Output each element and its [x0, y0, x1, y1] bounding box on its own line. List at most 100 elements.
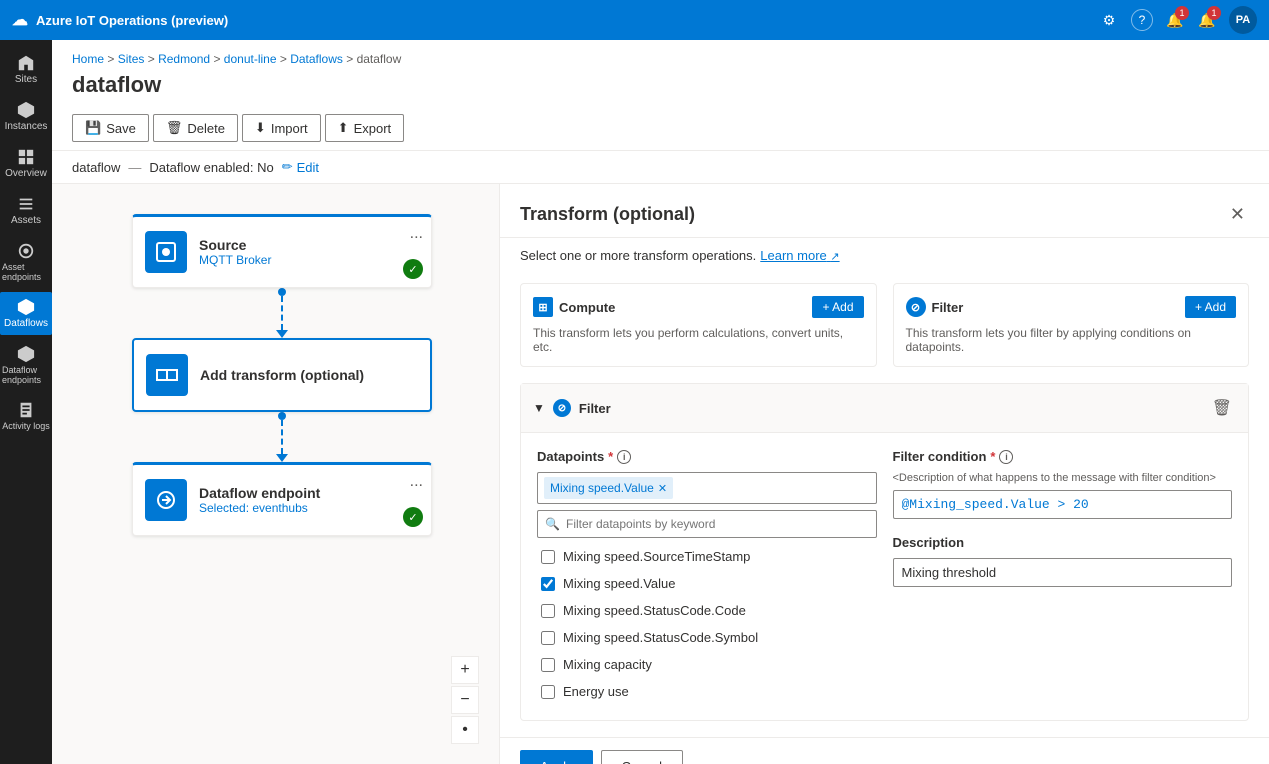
- description-field-wrapper: Description: [893, 535, 1233, 587]
- learn-more-link[interactable]: Learn more ↗: [760, 248, 839, 263]
- save-icon: 💾: [85, 120, 101, 136]
- filter-condition-input[interactable]: [893, 490, 1233, 519]
- checkbox-item-1[interactable]: Mixing speed.Value: [537, 571, 877, 596]
- breadcrumb-dataflows[interactable]: Dataflows: [290, 52, 343, 66]
- endpoint-node-title: Dataflow endpoint: [199, 485, 419, 501]
- checkbox-5[interactable]: [541, 685, 555, 699]
- import-button[interactable]: ⬇ Import: [242, 114, 321, 142]
- filter-add-button[interactable]: + Add: [1185, 296, 1236, 318]
- endpoint-node-more[interactable]: ...: [410, 473, 423, 491]
- description-label: Description: [893, 535, 1233, 550]
- checkbox-2[interactable]: [541, 604, 555, 618]
- toolbar: 💾 Save 🗑 Delete ⬇ Import ⬆ Export: [52, 106, 1269, 151]
- sidebar-item-activity-logs[interactable]: Activity logs: [0, 395, 52, 437]
- search-input[interactable]: [537, 510, 877, 538]
- sidebar-item-dataflows[interactable]: Dataflows: [0, 292, 52, 335]
- endpoint-node-icon: [145, 479, 187, 521]
- filter-chevron-icon[interactable]: ▼: [533, 401, 545, 415]
- canvas-area[interactable]: Source MQTT Broker ... ✓: [52, 184, 499, 764]
- edit-link[interactable]: ✏ Edit: [282, 159, 319, 175]
- notification2-badge: 1: [1207, 6, 1221, 20]
- breadcrumb-sites[interactable]: Sites: [118, 52, 145, 66]
- user-avatar[interactable]: PA: [1229, 6, 1257, 34]
- filter-header-left: ▼ ⊘ Filter: [533, 399, 611, 417]
- sidebar: Sites Instances Overview Assets Asset en…: [0, 40, 52, 764]
- checkbox-label-5: Energy use: [563, 684, 629, 699]
- dataflow-status: Dataflow enabled: No: [149, 160, 273, 175]
- transform-node-icon: [146, 354, 188, 396]
- export-button[interactable]: ⬆ Export: [325, 114, 404, 142]
- tag-remove-icon[interactable]: ✕: [658, 482, 667, 495]
- connector-line-2: [281, 420, 283, 454]
- breadcrumb-donut-line[interactable]: donut-line: [224, 52, 277, 66]
- settings-icon[interactable]: ⚙: [1099, 10, 1119, 30]
- checkbox-4[interactable]: [541, 658, 555, 672]
- compute-add-button[interactable]: + Add: [812, 296, 863, 318]
- sidebar-item-assets[interactable]: Assets: [0, 189, 52, 232]
- datapoints-column: Datapoints * i Mixing speed.Value ✕: [537, 449, 877, 704]
- connector-arrow-1: [276, 330, 288, 338]
- checkbox-item-2[interactable]: Mixing speed.StatusCode.Code: [537, 598, 877, 623]
- filter-section-title: Filter: [579, 401, 611, 416]
- breadcrumb: Home > Sites > Redmond > donut-line > Da…: [72, 52, 1249, 66]
- sidebar-item-dataflow-endpoints[interactable]: Dataflow endpoints: [0, 339, 52, 391]
- filter-card-title: ⊘ Filter: [906, 297, 964, 317]
- flow-container: Source MQTT Broker ... ✓: [52, 184, 1269, 764]
- checkbox-1[interactable]: [541, 577, 555, 591]
- zoom-in-button[interactable]: +: [451, 656, 479, 684]
- import-icon: ⬇: [255, 120, 266, 136]
- checkbox-label-3: Mixing speed.StatusCode.Symbol: [563, 630, 758, 645]
- tag-container[interactable]: Mixing speed.Value ✕: [537, 472, 877, 504]
- topbar: ☁ Azure IoT Operations (preview) ⚙ ? 🔔 1…: [0, 0, 1269, 40]
- connector-dot-1: [278, 288, 286, 296]
- checkbox-item-3[interactable]: Mixing speed.StatusCode.Symbol: [537, 625, 877, 650]
- connector-1: [276, 288, 288, 338]
- apply-button[interactable]: Apply: [520, 750, 593, 764]
- filter-condition-info-icon[interactable]: i: [999, 450, 1013, 464]
- checkbox-3[interactable]: [541, 631, 555, 645]
- breadcrumb-home[interactable]: Home: [72, 52, 104, 66]
- filter-delete-button[interactable]: 🗑: [1208, 394, 1236, 422]
- fit-button[interactable]: •: [451, 716, 479, 744]
- panel-close-button[interactable]: ✕: [1226, 200, 1249, 229]
- topbar-actions: ⚙ ? 🔔 1 🔔 1 PA: [1099, 6, 1257, 34]
- compute-card-header: ⊞ Compute + Add: [533, 296, 864, 318]
- status-bar: dataflow — Dataflow enabled: No ✏ Edit: [52, 151, 1269, 184]
- notification1-wrapper: 🔔 1: [1165, 10, 1185, 30]
- transform-options: ⊞ Compute + Add This transform lets you …: [500, 273, 1269, 383]
- filter-card-header: ⊘ Filter + Add: [906, 296, 1237, 318]
- source-node-subtitle: MQTT Broker: [199, 253, 419, 267]
- status-separator: —: [128, 160, 141, 175]
- connector-dot-2: [278, 412, 286, 420]
- external-link-icon: ↗: [830, 251, 839, 263]
- checkbox-label-1: Mixing speed.Value: [563, 576, 676, 591]
- source-node[interactable]: Source MQTT Broker ... ✓: [132, 214, 432, 288]
- checkbox-item-4[interactable]: Mixing capacity: [537, 652, 877, 677]
- datapoints-required: *: [608, 449, 613, 464]
- filter-card: ⊘ Filter + Add This transform lets you f…: [893, 283, 1250, 367]
- transform-node-title: Add transform (optional): [200, 367, 418, 383]
- sidebar-item-instances[interactable]: Instances: [0, 95, 52, 138]
- compute-icon: ⊞: [533, 297, 553, 317]
- sidebar-item-asset-endpoints[interactable]: Asset endpoints: [0, 236, 52, 288]
- help-icon[interactable]: ?: [1131, 9, 1153, 31]
- checkbox-0[interactable]: [541, 550, 555, 564]
- zoom-out-button[interactable]: −: [451, 686, 479, 714]
- endpoint-node[interactable]: Dataflow endpoint Selected: eventhubs ..…: [132, 462, 432, 536]
- datapoints-info-icon[interactable]: i: [617, 450, 631, 464]
- sidebar-item-overview[interactable]: Overview: [0, 142, 52, 185]
- transform-node[interactable]: Add transform (optional): [132, 338, 432, 412]
- notification2-wrapper: 🔔 1: [1197, 10, 1217, 30]
- save-button[interactable]: 💾 Save: [72, 114, 149, 142]
- checkbox-item-0[interactable]: Mixing speed.SourceTimeStamp: [537, 544, 877, 569]
- datapoints-label: Datapoints * i: [537, 449, 877, 464]
- cancel-button[interactable]: Cancel: [601, 750, 683, 764]
- sidebar-item-sites[interactable]: Sites: [0, 48, 52, 91]
- source-node-more[interactable]: ...: [410, 225, 423, 243]
- filter-card-desc: This transform lets you filter by applyi…: [906, 326, 1237, 354]
- edit-icon: ✏: [282, 159, 293, 175]
- description-input[interactable]: [893, 558, 1233, 587]
- checkbox-item-5[interactable]: Energy use: [537, 679, 877, 704]
- breadcrumb-redmond[interactable]: Redmond: [158, 52, 210, 66]
- delete-button[interactable]: 🗑 Delete: [153, 114, 238, 142]
